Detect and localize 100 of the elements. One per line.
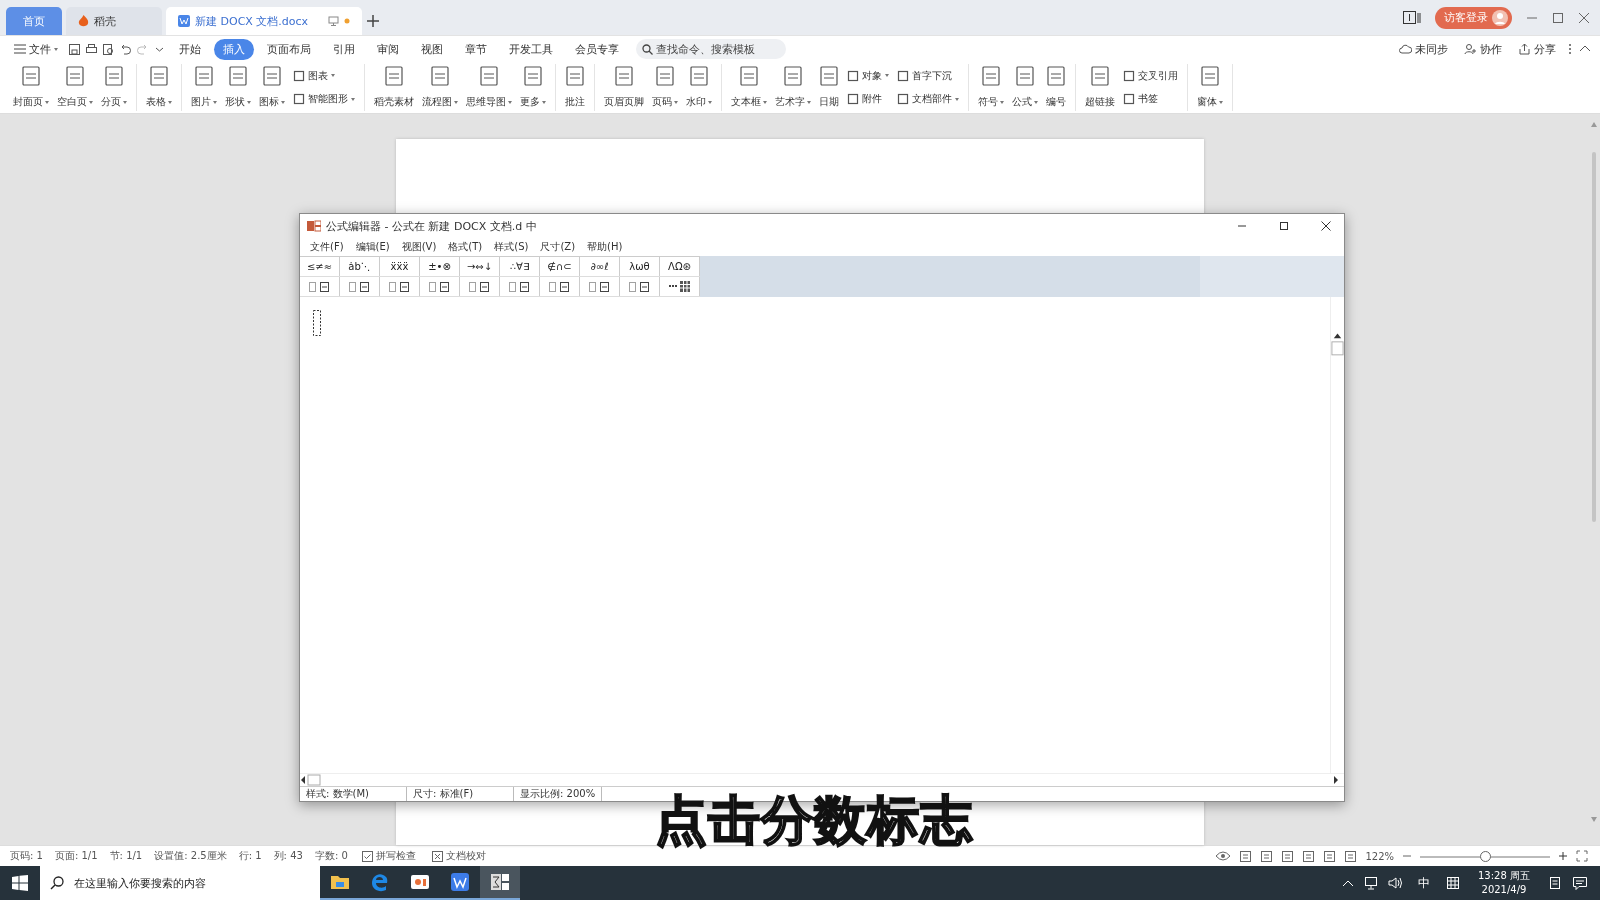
document-icon [384,66,404,86]
document-icon [262,66,282,86]
ribbon-button[interactable]: 图标 [256,64,288,111]
tab[interactable]: 稻壳 [66,7,162,35]
clock-date[interactable]: 2021/4/9 [1481,883,1527,897]
zoom-in-icon[interactable] [1558,851,1568,861]
checkbox-icon [361,850,373,862]
ribbon-button[interactable]: 形状 [222,64,254,111]
toolbar-button[interactable]: 协作 [1458,40,1508,58]
menu-item[interactable]: 视图(V) [395,240,443,254]
ribbon-button[interactable]: 智能图形 [290,91,358,108]
input-method-button[interactable]: 中 [1412,873,1436,893]
chevron-up-icon[interactable] [1342,878,1354,888]
volume-icon[interactable] [1388,876,1402,890]
ribbon-button[interactable]: 文档部件 [894,91,962,108]
writer-icon[interactable] [450,872,470,892]
more-icon[interactable] [1566,43,1574,55]
ribbon-button[interactable]: 超链接 [1082,64,1118,111]
document-icon [739,66,759,86]
ribbon-tab[interactable]: 引用 [324,38,364,60]
toolbar-button[interactable]: 未同步 [1393,40,1454,58]
ribbon-button[interactable]: 书签 [1120,91,1181,108]
ribbon-tab[interactable]: 开发工具 [500,38,562,60]
notes-icon[interactable] [1548,876,1562,890]
print-icon[interactable] [85,42,98,56]
document-icon [523,66,543,86]
clock-time[interactable]: 13:28 周五 [1478,869,1530,883]
ribbon-button[interactable]: 对象 [844,67,892,84]
web-icon[interactable] [1302,849,1316,863]
ribbon-button[interactable]: 封面页 [10,64,52,111]
ribbon-button[interactable]: 首字下沉 [894,67,962,84]
ribbon-tab[interactable]: 页面布局 [258,38,320,60]
browser-icon[interactable] [370,872,390,892]
taskbar-search-box[interactable]: 在这里输入你要搜索的内容 [40,866,320,900]
ribbon-button[interactable]: 更多 [517,64,549,111]
ribbon-button[interactable]: 艺术字 [772,64,814,111]
notification-icon[interactable] [1572,875,1588,891]
slider-thumb[interactable] [1480,850,1491,862]
outline-icon[interactable] [1260,849,1274,863]
flame-icon [78,15,89,27]
ribbon-button[interactable]: 编号 [1043,64,1069,111]
search-field[interactable]: 查找命令、搜索模板 [656,42,780,56]
menu-item[interactable]: 帮助(H) [581,240,629,254]
tab[interactable]: 新建 DOCX 文档.docx [166,7,362,35]
network-icon[interactable] [1364,876,1378,890]
status-text: 显示比例: 200% [514,787,603,801]
ribbon-button[interactable]: 图表 [290,67,358,84]
menu-item[interactable]: 编辑(E) [349,240,396,254]
slides-icon[interactable] [410,872,430,892]
ribbon-button[interactable]: 交叉引用 [1120,67,1181,84]
status-button[interactable]: 拼写检查 [353,849,424,863]
ribbon-button[interactable]: 公式 [1009,64,1041,111]
ribbon-tab[interactable]: 插入 [214,38,254,60]
pen-icon[interactable] [1323,849,1337,863]
document-icon [479,66,499,86]
ribbon-button[interactable]: 附件 [844,91,892,108]
ribbon-button[interactable]: 流程图 [419,64,461,111]
status-button[interactable]: 文档校对 [423,849,494,863]
ribbon-button[interactable]: 批注 [562,64,588,111]
menu-item[interactable]: 样式(S) [488,240,535,254]
ribbon-tab[interactable]: 开始 [170,38,210,60]
ribbon-button[interactable]: 水印 [683,64,715,111]
menu-item[interactable]: 文件(F) [304,240,350,254]
file-menu[interactable]: 文件 [8,40,64,58]
menu-item[interactable]: 格式(T) [442,240,489,254]
toolbar-button[interactable]: 分享 [1512,40,1562,58]
preview-icon[interactable] [102,42,115,56]
ribbon-button[interactable]: 窗体 [1194,64,1226,111]
ribbon-button[interactable]: 文本框 [728,64,770,111]
ribbon-button[interactable]: 日期 [816,64,842,111]
windows-icon[interactable] [12,875,28,891]
status-text: 样式: 数学(M) [300,787,407,801]
ribbon-button[interactable]: 思维导图 [463,64,515,111]
keyboard-icon[interactable] [1446,876,1460,890]
undo-icon[interactable] [119,42,132,56]
ribbon-button[interactable]: 空白页 [54,64,96,111]
fullscreen-icon[interactable] [1576,850,1588,862]
ribbon-button[interactable]: 符号 [975,64,1007,111]
status-text: 页面: 1/1 [53,849,99,863]
ribbon-button[interactable]: 页眉页脚 [601,64,647,111]
document-icon [194,66,214,86]
eye-icon[interactable] [1215,851,1232,861]
ribbon-button[interactable]: 分页 [98,64,130,111]
ribbon-tab[interactable]: 审阅 [368,38,408,60]
ribbon-button[interactable]: 图片 [188,64,220,111]
save-icon[interactable] [68,42,81,56]
ribbon-tab[interactable]: 视图 [412,38,452,60]
layout-icon[interactable] [1281,849,1295,863]
zoom-level[interactable]: 122% [1365,850,1394,862]
menu-item[interactable]: 尺寸(Z) [534,240,582,254]
ribbon-button[interactable]: 页码 [649,64,681,111]
ribbon-tab[interactable]: 会员专享 [566,38,628,60]
ribbon-button[interactable]: 表格 [143,64,175,111]
ribbon-tab[interactable]: 章节 [456,38,496,60]
ribbon-button[interactable]: 稻壳素材 [371,64,417,111]
page-view-icon[interactable] [1239,849,1253,863]
fit-icon[interactable] [1344,849,1358,863]
maximize-icon[interactable] [1277,220,1290,232]
search-box[interactable]: 查找命令、搜索模板 [636,39,786,59]
close-icon[interactable] [1319,220,1332,232]
